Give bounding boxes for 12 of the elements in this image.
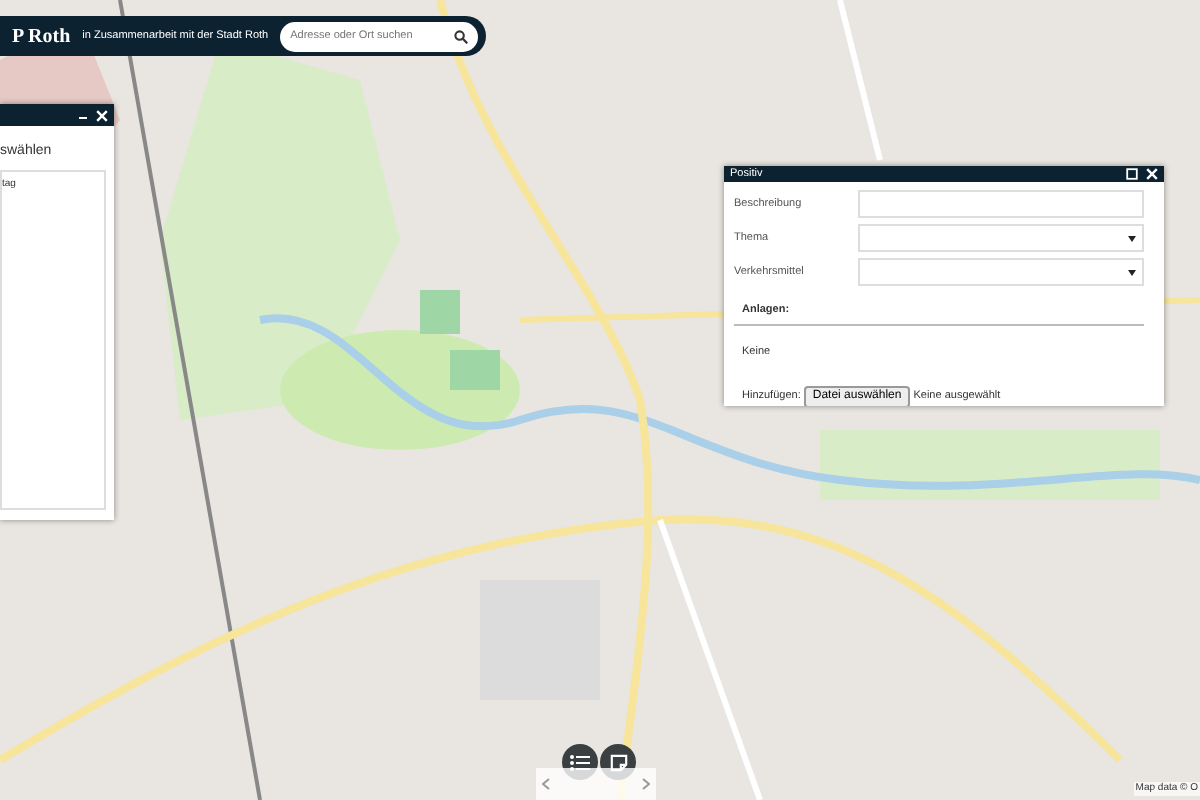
select-field[interactable] (858, 224, 1144, 253)
close-icon[interactable] (96, 109, 108, 121)
chevron-left-icon[interactable] (542, 778, 550, 790)
maximize-icon[interactable] (1126, 168, 1138, 181)
input-field[interactable] (858, 190, 1144, 219)
caret-icon (1128, 235, 1136, 242)
search-icon[interactable] (454, 29, 468, 43)
brand-title: P Roth (12, 23, 71, 51)
caret-icon (1128, 269, 1136, 276)
chevron-right-icon[interactable] (642, 778, 650, 790)
close-icon[interactable] (1146, 168, 1158, 181)
select-field[interactable] (858, 258, 1144, 287)
